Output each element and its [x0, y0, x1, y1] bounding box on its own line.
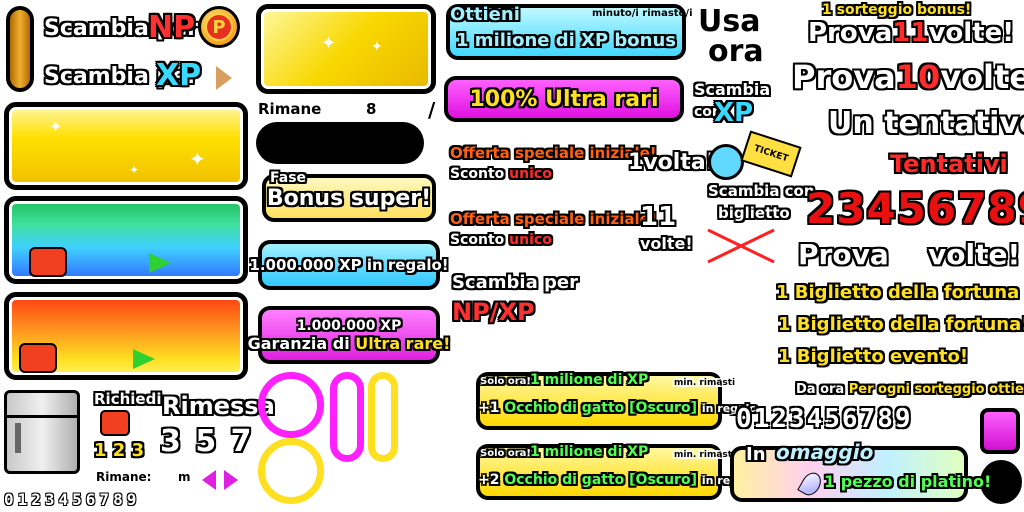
- da-ora-label: Da ora Per ogni sorteggio ottieni!: [796, 382, 1024, 397]
- left-right-arrows-icon: [202, 470, 246, 490]
- ora-label: ora: [708, 34, 764, 69]
- biglietto-f-label: 1 Biglietto della fortuna!: [778, 314, 1024, 335]
- yellow-oval-shape: [368, 372, 398, 462]
- big-digits-row: 23456789: [806, 184, 1024, 233]
- magenta-square-shape: [980, 408, 1020, 454]
- rainbow-panel: [4, 196, 248, 284]
- solo-ora-label-1: Solo ora!: [480, 376, 531, 387]
- volte-blank-label: volte!: [928, 238, 1021, 271]
- orange-pill-bar: [6, 6, 34, 92]
- garanzia-bubble: 1.000.000 XP Garanzia di Ultra rare!: [248, 306, 450, 364]
- scambia-con-xp-label: Scambia: [694, 80, 771, 99]
- offerta-label-1: Offerta speciale iniziale!: [450, 144, 657, 162]
- min-rimasti-label-2: min. rimasti: [674, 450, 736, 460]
- con-xp-label: XP: [714, 98, 754, 128]
- scambia-per-label: Scambia per: [452, 272, 578, 293]
- cat-food-can-icon: [29, 247, 67, 277]
- tentativi-label: Tentativi: [890, 150, 1008, 178]
- un-tentativo-label: Un tentativo!: [828, 106, 1024, 141]
- green-arrow-icon: [133, 349, 155, 369]
- xp-label: XP: [156, 58, 202, 93]
- fridge-icon: [4, 390, 80, 474]
- sparkle-icon: ✦: [49, 117, 63, 136]
- medium-digits-row: 0123456789: [736, 404, 913, 434]
- cat-ticket-icon: [708, 144, 744, 180]
- rimane-label: Rimane:: [96, 470, 152, 484]
- m-label: m: [178, 470, 191, 484]
- sparkle-icon: ✦: [189, 147, 206, 171]
- gold-square-panel: ✦ ✦: [256, 4, 436, 94]
- rimane-count: 8: [366, 100, 377, 118]
- occhio-label-2: +2 Occhio di gatto [Oscuro] in regalo: [478, 472, 757, 488]
- biglietto-g-label: 1 Biglietto della fortuna G!: [776, 282, 1024, 303]
- magenta-oval-shape: [330, 372, 364, 462]
- ultra-rari-bubble: 100% Ultra rari: [444, 76, 684, 122]
- in-label: In: [746, 444, 766, 465]
- rimane-label: Rimane: [258, 100, 322, 118]
- sparkle-icon: ✦: [321, 33, 337, 54]
- sparkle-icon: ✦: [129, 163, 140, 177]
- sconto-label-1: Sconto unico: [450, 166, 552, 182]
- sorteggio-bonus-label: 1 sorteggio bonus!: [822, 2, 972, 18]
- ticket-icon: TICKET: [740, 130, 802, 178]
- prova-11-label: Prova11volte!: [808, 18, 1015, 48]
- sconto-label-2: Sconto unico: [450, 232, 552, 248]
- yellow-ring-shape: [258, 438, 324, 504]
- cat-food-can-icon: [100, 410, 130, 436]
- sparkle-icon: ✦: [371, 39, 383, 55]
- np-label: NP: [148, 10, 196, 45]
- rimessa-numbers: 3 5 7: [160, 424, 254, 459]
- small-digits-row: 0123456789: [4, 490, 141, 509]
- richiedi-label: Richiedi: [94, 390, 162, 408]
- min-rimasti-label-1: min. rimasti: [674, 378, 736, 388]
- offerta-label-2: Offerta speciale iniziale!: [450, 210, 657, 228]
- solo-ora-label-2: Solo ora!: [480, 448, 531, 459]
- cat-food-can-icon: [19, 343, 57, 373]
- omaggio-label: omaggio: [776, 440, 874, 464]
- np-xp-label: NP/XP: [452, 298, 535, 326]
- milione-label-2: 1 milione di XP: [530, 444, 649, 460]
- ticket-scambia-label: Scambia con: [708, 182, 815, 200]
- prova-10-label: Prova10volte!: [792, 58, 1024, 96]
- red-cross-mark: [707, 228, 775, 264]
- magenta-ring-shape: [258, 372, 324, 438]
- regalo-bubble: 1.000.000 XP in regalo!: [249, 240, 449, 290]
- richiedi-numbers: 1 2 3: [94, 440, 145, 461]
- ottieni-label: Ottieni: [450, 4, 520, 25]
- biglietto-e-label: 1 Biglietto evento!: [778, 346, 969, 367]
- una-volta-label: 1volta!: [628, 150, 716, 175]
- orange-gradient-panel: [4, 292, 248, 380]
- biglietto-label: biglietto: [718, 204, 790, 222]
- gold-sparkle-panel: ✦ ✦ ✦: [4, 102, 248, 190]
- occhio-label-1: +1 Occhio di gatto [Oscuro] in regalo: [478, 400, 757, 416]
- prova-label: Prova: [798, 238, 889, 271]
- p-coin-icon: P: [198, 6, 240, 48]
- green-arrow-icon: [149, 253, 171, 273]
- undici-label: 11: [640, 202, 677, 232]
- minuti-label: minuto/i rimasto/i: [592, 8, 693, 19]
- black-pill-bar: [256, 122, 424, 164]
- volte-label: volte!: [640, 234, 693, 253]
- rimane-slash: /: [428, 98, 436, 122]
- platino-label: 1 pezzo di platino!: [824, 472, 992, 491]
- fase-label: Fase: [270, 170, 307, 186]
- milione-label-1: 1 milione di XP: [530, 372, 649, 388]
- right-arrow-icon: [216, 66, 232, 90]
